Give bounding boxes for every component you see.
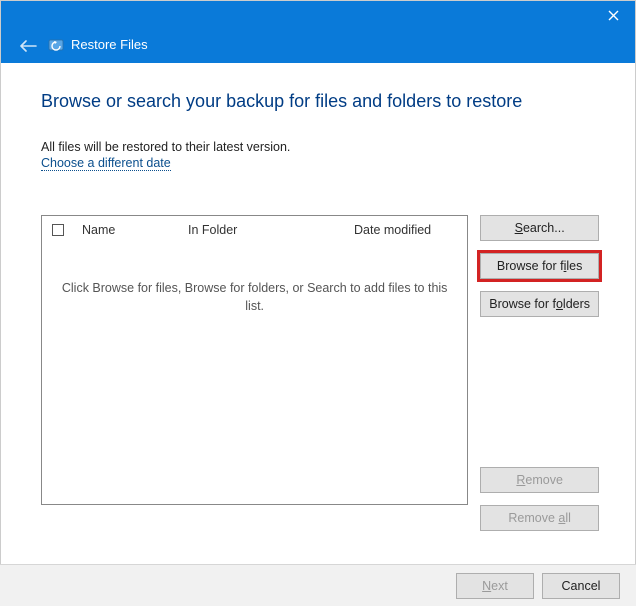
next-button: Next [456,573,534,599]
page-heading: Browse or search your backup for files a… [41,91,599,112]
content-area: Browse or search your backup for files a… [1,63,635,563]
back-arrow-icon[interactable] [19,39,37,58]
remove-button: Remove [480,467,599,493]
browse-folders-button[interactable]: Browse for folders [480,291,599,317]
close-button[interactable] [593,3,633,27]
column-name[interactable]: Name [74,223,180,237]
restore-icon [47,35,65,53]
column-in-folder[interactable]: In Folder [180,223,346,237]
empty-list-message: Click Browse for files, Browse for folde… [42,244,467,315]
file-list-table: Name In Folder Date modified Click Brows… [41,215,468,505]
browse-files-button[interactable]: Browse for files [480,253,599,279]
cancel-button[interactable]: Cancel [542,573,620,599]
table-header: Name In Folder Date modified [42,216,467,244]
select-all-checkbox[interactable] [42,224,74,236]
column-date-modified[interactable]: Date modified [346,223,467,237]
choose-date-link[interactable]: Choose a different date [41,156,171,171]
search-button[interactable]: Search... [480,215,599,241]
side-button-column: Search... Browse for files Browse for fo… [480,215,599,531]
remove-all-button: Remove all [480,505,599,531]
footer-bar: Next Cancel [0,564,636,606]
titlebar: Restore Files [1,1,635,63]
window-title: Restore Files [71,37,148,52]
info-text: All files will be restored to their late… [41,140,599,154]
